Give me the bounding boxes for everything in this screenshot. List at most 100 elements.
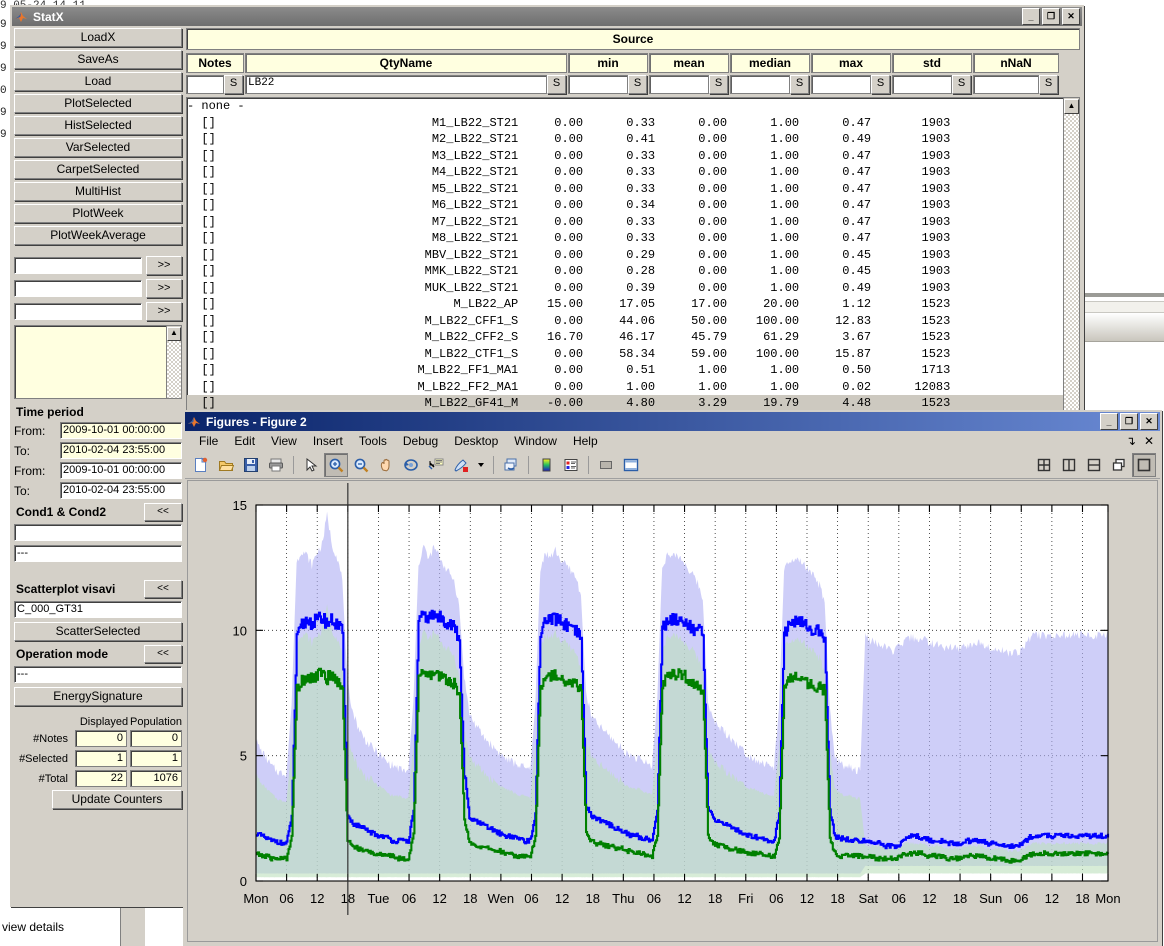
table-body[interactable]: - none - [] M1_LB22_ST21 0.00 0.33 0.00 …	[187, 98, 1079, 445]
cond2-input[interactable]: ---	[14, 545, 182, 562]
table-row[interactable]: [] MUK_LB22_ST21 0.00 0.39 0.00 1.00 0.4…	[187, 280, 1079, 297]
filter-sort-button-notes[interactable]: S	[224, 75, 243, 94]
operation-collapse-button[interactable]: <<	[144, 645, 182, 663]
filter-input-nnan[interactable]	[973, 75, 1039, 94]
print-figure-icon[interactable]	[264, 453, 288, 477]
menu-help[interactable]: Help	[565, 433, 606, 449]
table-header-qtyname[interactable]: QtyName	[245, 53, 567, 73]
filter-sort-button-mean[interactable]: S	[709, 75, 728, 94]
loadx-button[interactable]: LoadX	[14, 28, 182, 47]
table-row[interactable]: [] M7_LB22_ST21 0.00 0.33 0.00 1.00 0.47…	[187, 214, 1079, 231]
quick-filter-apply-button-2[interactable]: >>	[146, 279, 182, 298]
table-row[interactable]: [] MBV_LB22_ST21 0.00 0.29 0.00 1.00 0.4…	[187, 247, 1079, 264]
rotate-3d-icon[interactable]	[399, 453, 423, 477]
table-row[interactable]: [] M5_LB22_ST21 0.00 0.33 0.00 1.00 0.47…	[187, 181, 1079, 198]
cond-collapse-button[interactable]: <<	[144, 503, 182, 521]
menu-desktop[interactable]: Desktop	[446, 433, 506, 449]
table-header-std[interactable]: std	[892, 53, 972, 73]
tile-rows-icon[interactable]	[1082, 453, 1106, 477]
varselected-button[interactable]: VarSelected	[14, 138, 182, 157]
close-icon[interactable]: ✕	[1144, 434, 1154, 448]
time-period-input-1[interactable]: 2009-10-01 00:00:00	[60, 422, 182, 439]
table-row[interactable]: [] M6_LB22_ST21 0.00 0.34 0.00 1.00 0.47…	[187, 197, 1079, 214]
link-plot-icon[interactable]	[499, 453, 523, 477]
operation-mode-input[interactable]: ---	[14, 666, 182, 683]
zoom-out-icon[interactable]	[349, 453, 373, 477]
table-row[interactable]: [] M_LB22_FF1_MA1 0.00 0.51 1.00 1.00 0.…	[187, 362, 1079, 379]
pointer-icon[interactable]	[299, 453, 323, 477]
cascade-icon[interactable]	[1107, 453, 1131, 477]
close-button[interactable]: ✕	[1062, 8, 1080, 25]
pan-icon[interactable]	[374, 453, 398, 477]
table-row[interactable]: [] M_LB22_AP 15.00 17.05 17.00 20.00 1.1…	[187, 296, 1079, 313]
time-period-input-3[interactable]: 2009-10-01 00:00:00	[60, 462, 182, 479]
filter-sort-button-qtyname[interactable]: S	[547, 75, 566, 94]
filter-input-median[interactable]	[730, 75, 790, 94]
table-row[interactable]: [] M1_LB22_ST21 0.00 0.33 0.00 1.00 0.47…	[187, 115, 1079, 132]
quick-filter-input-2[interactable]	[14, 280, 142, 297]
close-button[interactable]: ✕	[1140, 413, 1158, 430]
quick-filter-apply-button-1[interactable]: >>	[146, 256, 182, 275]
menu-insert[interactable]: Insert	[305, 433, 351, 449]
menu-file[interactable]: File	[191, 433, 226, 449]
scatter-visavi-input[interactable]: C_000_GT31	[14, 601, 182, 618]
quick-filter-apply-button-3[interactable]: >>	[146, 302, 182, 321]
single-pane-icon[interactable]	[1132, 452, 1156, 477]
scroll-up-icon[interactable]: ▲	[167, 327, 181, 341]
brush-icon[interactable]	[449, 453, 473, 477]
update-counters-button[interactable]: Update Counters	[52, 790, 182, 809]
filter-sort-button-median[interactable]: S	[790, 75, 809, 94]
table-header-median[interactable]: median	[730, 53, 810, 73]
tile-4-icon[interactable]	[1032, 453, 1056, 477]
histselected-button[interactable]: HistSelected	[14, 116, 182, 135]
quick-filter-input-1[interactable]	[14, 257, 142, 274]
menu-window[interactable]: Window	[506, 433, 565, 449]
notes-textarea[interactable]: ▲	[14, 325, 182, 399]
table-header-max[interactable]: max	[811, 53, 891, 73]
energy-signature-button[interactable]: EnergySignature	[14, 687, 182, 706]
scatter-selected-button[interactable]: ScatterSelected	[14, 622, 182, 641]
menu-view[interactable]: View	[263, 433, 305, 449]
minimize-button[interactable]: _	[1022, 8, 1040, 25]
table-row[interactable]: [] M_LB22_CFF1_S 0.00 44.06 50.00 100.00…	[187, 313, 1079, 330]
saveas-button[interactable]: SaveAs	[14, 50, 182, 69]
menu-edit[interactable]: Edit	[226, 433, 263, 449]
multihist-button[interactable]: MultiHist	[14, 182, 182, 201]
filter-input-max[interactable]	[811, 75, 871, 94]
filter-input-qtyname[interactable]: LB22	[245, 75, 547, 94]
filter-input-notes[interactable]	[186, 75, 224, 94]
save-figure-icon[interactable]	[239, 453, 263, 477]
filter-sort-button-nnan[interactable]: S	[1039, 75, 1058, 94]
carpetselected-button[interactable]: CarpetSelected	[14, 160, 182, 179]
plotselected-button[interactable]: PlotSelected	[14, 94, 182, 113]
plotweek-button[interactable]: PlotWeek	[14, 204, 182, 223]
table-row[interactable]: [] M3_LB22_ST21 0.00 0.33 0.00 1.00 0.47…	[187, 148, 1079, 165]
plotweekaverage-button[interactable]: PlotWeekAverage	[14, 226, 182, 245]
table-row[interactable]: [] M_LB22_CTF1_S 0.00 58.34 59.00 100.00…	[187, 346, 1079, 363]
menu-debug[interactable]: Debug	[395, 433, 446, 449]
filter-input-std[interactable]	[892, 75, 952, 94]
filter-input-min[interactable]	[568, 75, 628, 94]
table-row[interactable]: [] MMK_LB22_ST21 0.00 0.28 0.00 1.00 0.4…	[187, 263, 1079, 280]
brush-dropdown-icon[interactable]	[474, 453, 488, 477]
hide-plot-tools-icon[interactable]	[594, 453, 618, 477]
time-series-chart[interactable]: 0 5 10 15 Mon 06 12 18 Tue 06 12 18 Wen 06 12 18 Thu 06 12…	[188, 481, 1155, 941]
show-plot-tools-icon[interactable]	[619, 453, 643, 477]
menu-tools[interactable]: Tools	[351, 433, 395, 449]
table-header-mean[interactable]: mean	[649, 53, 729, 73]
zoom-in-icon[interactable]	[324, 452, 348, 477]
filter-sort-button-min[interactable]: S	[628, 75, 647, 94]
chart-axes[interactable]: 0 5 10 15 Mon 06 12 18 Tue 06 12 18 Wen 06 12 18 Thu 06 12…	[188, 481, 1157, 941]
minimize-button[interactable]: _	[1100, 413, 1118, 430]
filter-sort-button-std[interactable]: S	[952, 75, 971, 94]
undock-icon[interactable]: ↴	[1126, 434, 1136, 448]
time-period-input-4[interactable]: 2010-02-04 23:55:00	[60, 482, 182, 499]
source-field[interactable]: Source	[186, 28, 1080, 50]
scroll-trough[interactable]	[167, 341, 181, 398]
scatter-collapse-button[interactable]: <<	[144, 580, 182, 598]
figures-title-bar[interactable]: Figures - Figure 2 _ ❐ ✕	[185, 412, 1160, 431]
statx-title-bar[interactable]: StatX _ ❐ ✕	[12, 7, 1082, 26]
table-header-min[interactable]: min	[568, 53, 648, 73]
open-file-icon[interactable]	[214, 453, 238, 477]
data-cursor-icon[interactable]	[424, 453, 448, 477]
